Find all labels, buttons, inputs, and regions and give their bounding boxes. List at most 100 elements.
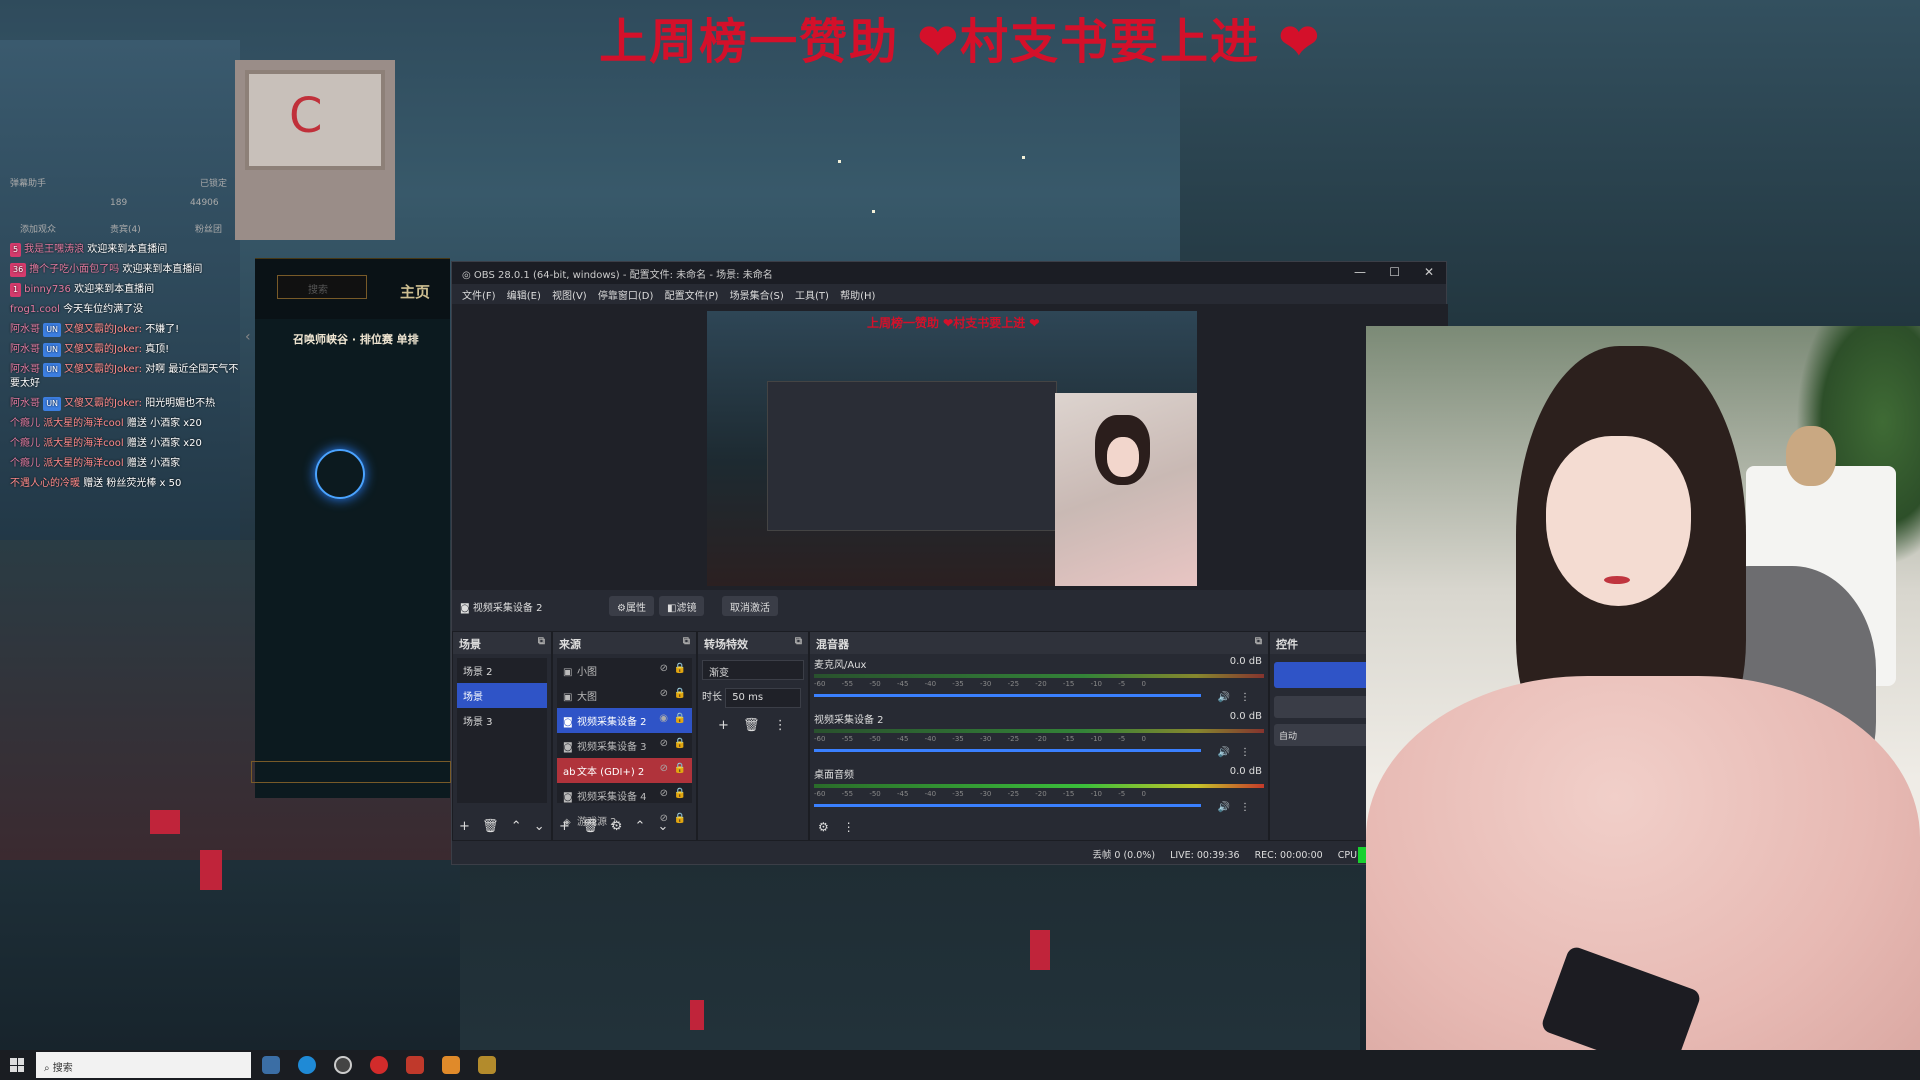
deactivate-button[interactable]: 取消激活	[722, 596, 778, 616]
menu-scene-collection[interactable]: 场景集合(S)	[730, 291, 784, 302]
chat-username[interactable]: 我是王嘿涛浪	[24, 244, 84, 255]
menu-tools[interactable]: 工具(T)	[795, 291, 829, 302]
chat-username[interactable]: 撸个子吃小面包了吗	[29, 264, 119, 275]
chat-username[interactable]: 阿水哥	[10, 324, 40, 335]
add-viewer-tab[interactable]: 添加观众	[20, 222, 56, 235]
taskbar-search[interactable]: ⌕ 搜索	[36, 1052, 251, 1078]
gear-icon[interactable]: ⚙	[611, 819, 623, 834]
chat-target-user[interactable]: 又傻又霸的Joker:	[64, 364, 142, 375]
chevron-up-icon[interactable]: ⌃	[511, 819, 522, 834]
source-item-selected[interactable]: ◙ 视频采集设备 2 ◉ 🔒	[557, 708, 692, 733]
lock-icon[interactable]: 🔒	[674, 788, 686, 799]
add-icon[interactable]: +	[559, 819, 570, 834]
chat-username[interactable]: frog1.cool	[10, 304, 60, 315]
chevron-left-icon[interactable]: ‹	[245, 329, 251, 345]
menu-file[interactable]: 文件(F)	[462, 291, 496, 302]
scene-item[interactable]: 场景 2	[457, 658, 547, 683]
lock-icon[interactable]: 🔒	[674, 763, 686, 774]
speaker-icon[interactable]: 🔊	[1218, 802, 1230, 813]
add-icon[interactable]: +	[459, 819, 470, 834]
chat-target-user[interactable]: 不遇人心的冷暖	[10, 478, 80, 489]
steam-icon[interactable]	[262, 1056, 280, 1074]
minimize-icon[interactable]: —	[1354, 265, 1366, 279]
trash-icon[interactable]: 🗑	[743, 718, 760, 733]
lock-icon[interactable]: 🔒	[674, 713, 686, 724]
menu-help[interactable]: 帮助(H)	[840, 291, 875, 302]
source-item[interactable]: ▣ 小图 ⊘ 🔒	[557, 658, 692, 683]
source-item[interactable]: ▣ 大图 ⊘ 🔒	[557, 683, 692, 708]
popout-icon[interactable]: ⧉	[538, 636, 545, 647]
scene-item[interactable]: 场景 3	[457, 708, 547, 733]
chat-username[interactable]: 个瘾儿	[10, 458, 40, 469]
trash-icon[interactable]: 🗑	[482, 819, 499, 834]
obs-preview-canvas[interactable]: 上周榜一赞助 ❤村支书要上进 ❤	[707, 311, 1197, 586]
source-item[interactable]: ◙ 视频采集设备 3 ⊘ 🔒	[557, 733, 692, 758]
source-item[interactable]: ◙ 视频采集设备 4 ⊘ 🔒	[557, 783, 692, 808]
chat-target-user[interactable]: 又傻又霸的Joker:	[64, 398, 142, 409]
lock-icon[interactable]: 🔒	[674, 663, 686, 674]
properties-button[interactable]: ⚙属性	[609, 596, 654, 616]
app-icon-orange[interactable]	[442, 1056, 460, 1074]
speaker-icon[interactable]: 🔊	[1218, 692, 1230, 703]
chat-target-user[interactable]: 又傻又霸的Joker:	[64, 344, 142, 355]
more-icon[interactable]: ⋮	[843, 820, 855, 834]
eye-hidden-icon[interactable]: ⊘	[660, 688, 668, 699]
chat-target-user[interactable]: 又傻又霸的Joker:	[64, 324, 142, 335]
game-search-input[interactable]: 搜索	[277, 275, 367, 299]
transition-select[interactable]: 渐变	[702, 660, 804, 680]
windows-start-icon[interactable]	[10, 1058, 24, 1072]
scene-item-selected[interactable]: 场景	[457, 683, 547, 708]
speaker-icon[interactable]: 🔊	[1218, 747, 1230, 758]
game-chat-bar[interactable]	[251, 761, 451, 783]
obs-preview-area[interactable]: 上周榜一赞助 ❤村支书要上进 ❤	[452, 304, 1448, 590]
eye-icon[interactable]: ◉	[659, 713, 668, 724]
maximize-icon[interactable]: ☐	[1389, 265, 1400, 279]
chat-locked-label[interactable]: 已锁定	[200, 176, 227, 189]
menu-edit[interactable]: 编辑(E)	[507, 291, 541, 302]
netease-music-icon[interactable]	[370, 1056, 388, 1074]
more-icon[interactable]: ⋮	[1240, 692, 1250, 703]
lock-icon[interactable]: 🔒	[674, 738, 686, 749]
volume-slider[interactable]	[814, 804, 1201, 807]
lock-icon[interactable]: 🔒	[674, 688, 686, 699]
menu-profile[interactable]: 配置文件(P)	[665, 291, 719, 302]
more-icon[interactable]: ⋮	[1240, 747, 1250, 758]
chat-username[interactable]: binny736	[24, 284, 71, 295]
chat-target-user[interactable]: 派大星的海洋cool	[43, 438, 124, 449]
game-home-tab[interactable]: 主页	[400, 281, 430, 302]
popout-icon[interactable]: ⧉	[795, 636, 802, 647]
edge-icon[interactable]	[298, 1056, 316, 1074]
eye-hidden-icon[interactable]: ⊘	[660, 663, 668, 674]
chat-username[interactable]: 个瘾儿	[10, 418, 40, 429]
filters-button[interactable]: ◧滤镜	[659, 596, 705, 616]
chat-username[interactable]: 个瘾儿	[10, 438, 40, 449]
menu-docks[interactable]: 停靠窗口(D)	[598, 291, 654, 302]
volume-slider[interactable]	[814, 694, 1201, 697]
chat-username[interactable]: 阿水哥	[10, 398, 40, 409]
trash-icon[interactable]: 🗑	[582, 819, 599, 834]
chat-target-user[interactable]: 派大星的海洋cool	[43, 418, 124, 429]
duration-input[interactable]: 50 ms	[725, 688, 802, 708]
obs-icon[interactable]	[334, 1056, 352, 1074]
menu-view[interactable]: 视图(V)	[552, 291, 587, 302]
chevron-down-icon[interactable]: ⌄	[658, 819, 669, 834]
chat-username[interactable]: 阿水哥	[10, 344, 40, 355]
chat-username[interactable]: 阿水哥	[10, 364, 40, 375]
app-icon-red[interactable]	[406, 1056, 424, 1074]
chevron-up-icon[interactable]: ⌃	[635, 819, 646, 834]
add-icon[interactable]: +	[718, 718, 729, 733]
volume-slider[interactable]	[814, 749, 1201, 752]
source-item-text[interactable]: ab 文本 (GDI+) 2 ⊘ 🔒	[557, 758, 692, 783]
members-tab[interactable]: 贵宾(4)	[110, 222, 141, 235]
popout-icon[interactable]: ⧉	[683, 636, 690, 647]
close-icon[interactable]: ✕	[1424, 265, 1434, 279]
gear-icon[interactable]: ⚙	[818, 820, 829, 834]
league-client-icon[interactable]	[478, 1056, 496, 1074]
chat-target-user[interactable]: 派大星的海洋cool	[43, 458, 124, 469]
eye-hidden-icon[interactable]: ⊘	[660, 788, 668, 799]
lock-icon[interactable]: 🔒	[674, 813, 686, 824]
eye-hidden-icon[interactable]: ⊘	[660, 738, 668, 749]
fans-tab[interactable]: 粉丝团	[195, 222, 222, 235]
more-icon[interactable]: ⋮	[1240, 802, 1250, 813]
eye-hidden-icon[interactable]: ⊘	[660, 763, 668, 774]
